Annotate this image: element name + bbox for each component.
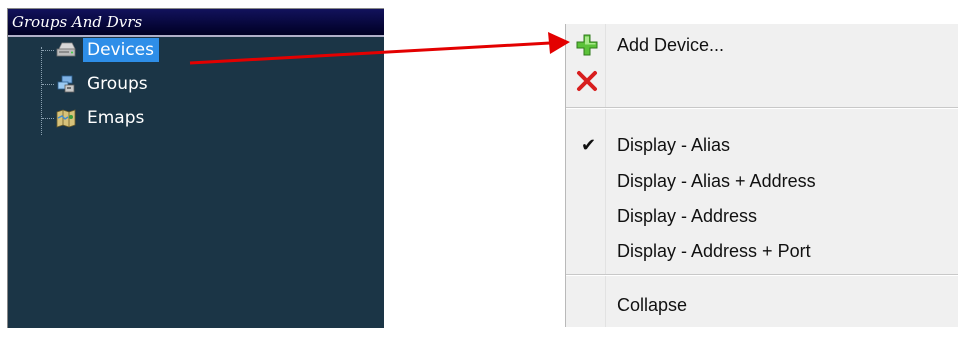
- context-menu: Add Device... ✔ Display - Alias Display …: [565, 24, 958, 327]
- emaps-icon: [56, 109, 76, 128]
- menu-item-collapse[interactable]: Collapse: [566, 288, 958, 322]
- tree-connector: [42, 84, 54, 85]
- tree-item-devices[interactable]: Devices: [8, 37, 308, 63]
- panel-title: Groups And Dvrs: [8, 9, 384, 37]
- delete-icon: [577, 71, 597, 91]
- tree-label: Emaps: [87, 108, 145, 128]
- menu-item-display-address[interactable]: Display - Address: [566, 199, 958, 233]
- menu-item-label: Display - Address + Port: [617, 241, 811, 261]
- menu-item-label: Collapse: [617, 295, 688, 315]
- menu-separator: [566, 107, 958, 109]
- menu-separator: [566, 274, 958, 276]
- menu-item-label: Display - Alias: [617, 135, 731, 155]
- menu-item-label: Add Device...: [617, 35, 725, 55]
- devices-icon: [56, 42, 76, 57]
- menu-item-display-address-port[interactable]: Display - Address + Port: [566, 234, 958, 268]
- tree-label: Devices: [83, 38, 159, 62]
- tree-connector: [42, 118, 54, 119]
- tree-item-emaps[interactable]: Emaps: [8, 105, 308, 131]
- add-icon: [576, 34, 598, 56]
- checkmark-icon: ✔: [581, 135, 597, 155]
- menu-item-display-alias[interactable]: ✔ Display - Alias: [566, 128, 958, 162]
- groups-and-dvrs-panel: Groups And Dvrs Devices Groups Emaps: [7, 8, 384, 328]
- menu-item-add-device[interactable]: Add Device...: [566, 28, 958, 62]
- tree-connector: [42, 50, 54, 51]
- menu-item-delete[interactable]: [566, 64, 958, 98]
- menu-item-label: Display - Alias + Address: [617, 171, 816, 191]
- groups-icon: [57, 75, 75, 93]
- menu-item-label: Display - Address: [617, 206, 758, 226]
- device-tree: Devices Groups Emaps: [8, 37, 384, 356]
- menu-item-display-alias-address[interactable]: Display - Alias + Address: [566, 164, 958, 198]
- tree-item-groups[interactable]: Groups: [8, 71, 308, 97]
- tree-label: Groups: [87, 74, 148, 94]
